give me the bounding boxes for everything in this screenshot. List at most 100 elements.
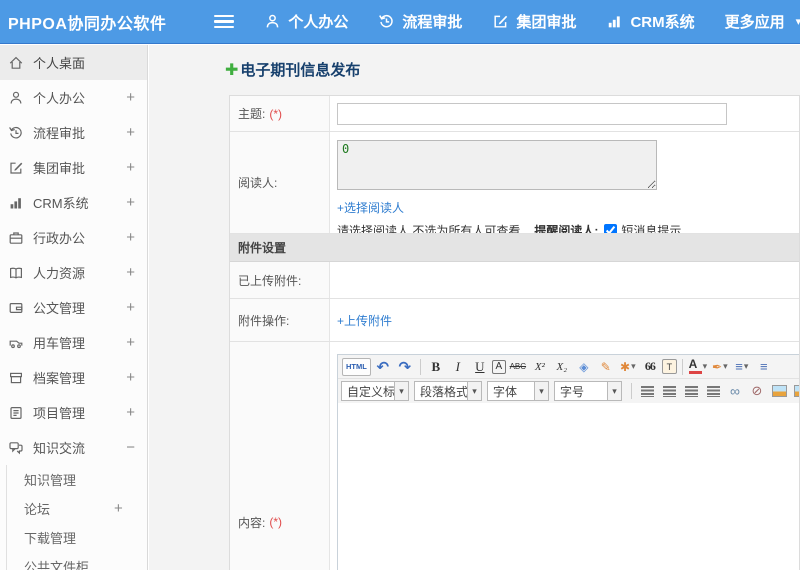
align-center-button[interactable]: [659, 381, 679, 401]
eraser-icon[interactable]: ◈: [574, 357, 594, 377]
toolbar-separator: [419, 358, 421, 375]
sidebar-item-project-management[interactable]: 项目管理 +: [0, 395, 147, 430]
sidebar-item-personal-office[interactable]: 个人办公 +: [0, 80, 147, 115]
editor-content-area[interactable]: [338, 403, 799, 570]
sidebar-item-knowledge-exchange[interactable]: 知识交流 −: [0, 430, 147, 465]
paste-text-icon[interactable]: T: [661, 359, 677, 374]
sidebar-item-label: 知识交流: [33, 441, 86, 456]
font-border-button[interactable]: A: [491, 359, 506, 374]
sidebar-item-label: 用车管理: [33, 336, 86, 351]
subscript-button[interactable]: X₂: [552, 357, 572, 377]
paragraph-select[interactable]: 段落格式 ▾: [414, 381, 482, 401]
sidebar-subitem-forum[interactable]: 论坛 +: [7, 494, 147, 523]
sidebar-item-group-approval[interactable]: 集团审批 +: [0, 150, 147, 185]
top-navigation: 个人办公 流程审批 集团审批 CRM系统 更多应用 ▾: [264, 11, 800, 32]
select-readers-link[interactable]: +选择阅读人: [337, 199, 799, 216]
user-icon: [8, 90, 24, 106]
subject-input[interactable]: [337, 102, 727, 125]
ordered-list-button[interactable]: ≡ ▾: [732, 357, 752, 377]
superscript-button[interactable]: X²: [530, 357, 550, 377]
italic-button[interactable]: I: [448, 357, 468, 377]
html-source-button[interactable]: HTML: [342, 357, 371, 376]
nav-personal-office[interactable]: 个人办公: [264, 11, 348, 32]
font-color-button[interactable]: A ▾: [688, 357, 708, 377]
remove-link-button[interactable]: ⊘: [747, 381, 767, 401]
sidebar-item-vehicle-management[interactable]: 用车管理 +: [0, 325, 147, 360]
sidebar-subitem-download-management[interactable]: 下载管理: [7, 523, 147, 552]
blockquote-button[interactable]: 66: [640, 357, 660, 377]
sidebar-subitem-public-file-cabinet[interactable]: 公共文件柜: [7, 552, 147, 570]
font-family-select[interactable]: 字体 ▾: [487, 381, 549, 401]
sidebar-item-human-resources[interactable]: 人力资源 +: [0, 255, 147, 290]
sidebar-item-document-management[interactable]: 公文管理 +: [0, 290, 147, 325]
sidebar: 个人桌面 个人办公 + 流程审批 + 集团审批 + CRM系统 + 行政办公 +…: [0, 45, 148, 570]
insert-image-button[interactable]: [769, 381, 789, 401]
nav-label: 流程审批: [402, 14, 463, 31]
strikethrough-button[interactable]: ABC: [508, 357, 528, 377]
expand-toggle[interactable]: +: [126, 334, 135, 351]
sidebar-item-label: 流程审批: [33, 126, 86, 141]
sidebar-item-workflow-approval[interactable]: 流程审批 +: [0, 115, 147, 150]
nav-group-approval[interactable]: 集团审批: [492, 11, 576, 32]
insert-media-button[interactable]: [791, 381, 799, 401]
highlight-button[interactable]: ✒ ▾: [710, 357, 730, 377]
heading-select[interactable]: 自定义标题 ▾: [341, 381, 409, 401]
form-row-content: 内容: (*) HTML ↶ ↷ B I U A ABC X² X₂ ◈ ✎ ✱…: [230, 342, 799, 570]
uploaded-label-cell: 已上传附件:: [230, 262, 330, 298]
bold-button[interactable]: B: [426, 357, 446, 377]
caret-down-icon[interactable]: ▾: [394, 382, 408, 400]
expand-toggle[interactable]: +: [126, 124, 135, 141]
editor-toolbar-row1: HTML ↶ ↷ B I U A ABC X² X₂ ◈ ✎ ✱ ▾ 66 T …: [338, 355, 799, 379]
insert-link-button[interactable]: ∞: [725, 381, 745, 401]
expand-toggle[interactable]: +: [126, 369, 135, 386]
undo-button[interactable]: ↶: [373, 357, 393, 377]
align-left-button[interactable]: [637, 381, 657, 401]
caret-down-icon[interactable]: ▾: [534, 382, 548, 400]
sidebar-item-label: 个人桌面: [33, 56, 86, 71]
format-brush-icon[interactable]: ✎: [596, 357, 616, 377]
sidebar-item-crm-system[interactable]: CRM系统 +: [0, 185, 147, 220]
sms-notify-checkbox[interactable]: [604, 224, 618, 233]
expand-toggle[interactable]: +: [114, 500, 123, 517]
caret-down-icon[interactable]: ▾: [467, 382, 481, 400]
sidebar-item-archive-management[interactable]: 档案管理 +: [0, 360, 147, 395]
sidebar-item-label: 公文管理: [33, 301, 86, 316]
home-icon: [8, 55, 24, 71]
expand-toggle[interactable]: +: [126, 229, 135, 246]
redo-button[interactable]: ↷: [395, 357, 415, 377]
nav-more-apps[interactable]: 更多应用 ▾: [725, 11, 800, 32]
expand-toggle[interactable]: +: [126, 404, 135, 421]
hamburger-menu-icon[interactable]: [214, 12, 235, 32]
align-right-button[interactable]: [681, 381, 701, 401]
collapse-toggle[interactable]: −: [126, 439, 135, 456]
nav-crm-system[interactable]: CRM系统: [606, 11, 695, 32]
expand-toggle[interactable]: +: [126, 159, 135, 176]
nav-label: CRM系统: [630, 14, 695, 31]
app-window: PHPOA协同办公软件 个人办公 流程审批 集团审批 CRM系统 更多应用 ▾ …: [0, 0, 800, 570]
remind-readers-label: 提醒阅读人:: [534, 224, 599, 233]
font-size-select[interactable]: 字号 ▾: [554, 381, 622, 401]
project-icon: [8, 405, 24, 421]
history-icon: [8, 125, 24, 141]
archive-icon: [8, 370, 24, 386]
align-justify-button[interactable]: [703, 381, 723, 401]
unordered-list-button[interactable]: ≡: [754, 357, 774, 377]
expand-toggle[interactable]: +: [126, 89, 135, 106]
sidebar-item-admin-office[interactable]: 行政办公 +: [0, 220, 147, 255]
auto-typeset-icon[interactable]: ✱ ▾: [618, 357, 638, 377]
expand-toggle[interactable]: +: [126, 299, 135, 316]
align-right-icon: [684, 385, 698, 397]
readers-textarea[interactable]: 0: [337, 140, 657, 190]
upload-attachment-link[interactable]: +上传附件: [337, 312, 392, 329]
expand-toggle[interactable]: +: [126, 194, 135, 211]
sidebar-item-label: 档案管理: [33, 371, 86, 386]
expand-toggle[interactable]: +: [126, 264, 135, 281]
form-row-readers: 阅读人: 0 +选择阅读人 请选择阅读人,不选为所有人可查看 提醒阅读人: 短消…: [230, 132, 799, 234]
underline-button[interactable]: U: [470, 357, 490, 377]
sidebar-subitem-knowledge-management[interactable]: 知识管理: [7, 465, 147, 494]
sidebar-item-personal-desktop[interactable]: 个人桌面: [0, 45, 147, 80]
caret-down-icon[interactable]: ▾: [607, 382, 621, 400]
nav-workflow-approval[interactable]: 流程审批: [378, 11, 462, 32]
uploaded-attachments-value: [330, 262, 799, 298]
knowledge-exchange-submenu: 知识管理 论坛 + 下载管理 公共文件柜: [6, 465, 147, 570]
